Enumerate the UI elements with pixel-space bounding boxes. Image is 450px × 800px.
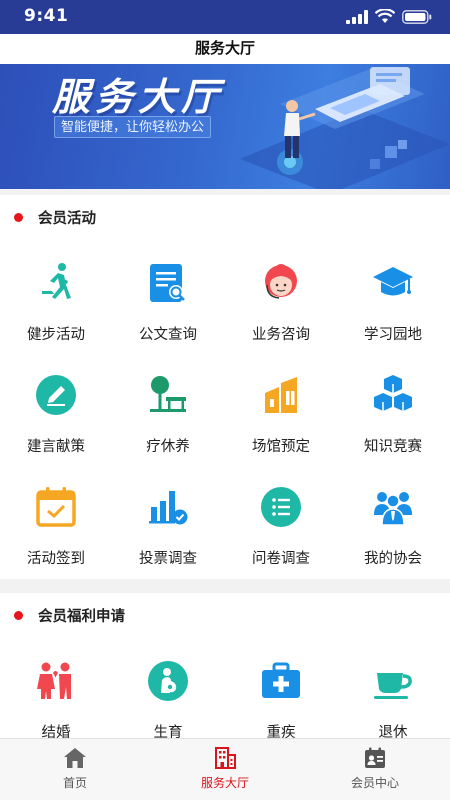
status-bar: 9:41 (0, 0, 450, 34)
tab-label: 服务大厅 (200, 776, 249, 790)
tab-label: 首页 (62, 776, 87, 790)
grid-item-label: 知识竞赛 (364, 439, 422, 455)
bar-chart-check-icon (149, 491, 188, 525)
member-benefits-section: 会员福利申请 结婚 生育 重疾 退休 (0, 593, 450, 741)
banner-title: 服务大厅 (52, 75, 225, 119)
grid-item-label: 健步活动 (27, 327, 85, 343)
tab-service-hall[interactable]: 服务大厅 (150, 739, 300, 800)
people-group-icon (374, 492, 412, 526)
member-activities-section: 会员活动 健步活动 公文查询 业务咨询 学习园地 建言献策 疗休养 场馆预定 知… (0, 195, 450, 579)
section-dot-icon (14, 213, 23, 222)
building-icon (265, 377, 297, 413)
grid-item-business-consult[interactable]: 业务咨询 (225, 241, 337, 353)
nav-bar: 服务大厅 (0, 34, 450, 64)
graduation-cap-icon (373, 267, 413, 296)
battery-icon (402, 10, 432, 24)
tab-home[interactable]: 首页 (0, 739, 150, 800)
grid-item-serious-illness[interactable]: 重疾 (225, 639, 337, 751)
checklist-icon (261, 487, 301, 527)
grid-item-walking[interactable]: 健步活动 (0, 241, 112, 353)
grid-item-my-association[interactable]: 我的协会 (337, 465, 449, 577)
tab-member-center[interactable]: 会员中心 (300, 739, 450, 800)
grid-item-marriage[interactable]: 结婚 (0, 639, 112, 751)
section-header: 会员福利申请 (0, 593, 450, 639)
cubes-icon (374, 375, 412, 411)
grid-item-label: 公文查询 (139, 327, 197, 343)
tab-bar: 首页 服务大厅 会员中心 (0, 738, 450, 800)
grid-item-checkin[interactable]: 活动签到 (0, 465, 112, 577)
grid-item-document-query[interactable]: 公文查询 (112, 241, 224, 353)
grid-item-label: 活动签到 (27, 551, 85, 567)
grid-item-retirement[interactable]: 退休 (337, 639, 449, 751)
grid-item-label: 投票调查 (139, 551, 197, 567)
grid-item-quiz[interactable]: 知识竞赛 (337, 353, 449, 465)
tree-bench-icon (150, 376, 186, 412)
section-title: 会员福利申请 (38, 609, 125, 625)
grid-item-label: 场馆预定 (252, 439, 310, 455)
tab-label: 会员中心 (350, 776, 399, 790)
grid-item-learning[interactable]: 学习园地 (337, 241, 449, 353)
running-person-icon (42, 263, 71, 299)
office-building-icon (215, 747, 236, 769)
medical-kit-icon (262, 662, 300, 698)
wifi-icon (375, 9, 395, 23)
grid-item-venue-booking[interactable]: 场馆预定 (225, 353, 337, 465)
grid-item-questionnaire[interactable]: 问卷调查 (225, 465, 337, 577)
status-icons (346, 9, 432, 24)
pregnancy-icon (148, 661, 188, 701)
page-title: 服务大厅 (194, 39, 255, 57)
section-header: 会员活动 (0, 195, 450, 241)
section-title: 会员活动 (38, 211, 96, 227)
status-time: 9:41 (24, 6, 69, 26)
section-dot-icon (14, 611, 23, 620)
grid-item-label: 疗休养 (146, 439, 190, 455)
tea-cup-icon (374, 673, 412, 699)
grid-item-label: 业务咨询 (252, 327, 310, 343)
grid-item-label: 问卷调查 (252, 551, 310, 567)
grid-item-childbirth[interactable]: 生育 (112, 639, 224, 751)
grid-item-suggestions[interactable]: 建言献策 (0, 353, 112, 465)
grid-item-recuperation[interactable]: 疗休养 (112, 353, 224, 465)
customer-service-icon (265, 264, 297, 299)
calendar-check-icon (36, 487, 76, 527)
home-icon (64, 748, 86, 768)
grid-item-vote-survey[interactable]: 投票调查 (112, 465, 224, 577)
banner-subtitle: 智能便捷，让你轻松办公 (54, 116, 212, 138)
pencil-icon (36, 375, 76, 415)
screen: 9:41 服务大厅 服务大厅 智能便捷，让你轻松办公 会员活动 健步活动 公文查… (0, 0, 450, 800)
wedding-couple-icon (37, 662, 71, 699)
document-search-icon (150, 264, 185, 302)
banner-illustration (240, 67, 450, 189)
signal-icon (346, 10, 368, 24)
grid-item-label: 建言献策 (27, 439, 85, 455)
grid-item-label: 我的协会 (364, 551, 422, 567)
banner[interactable]: 服务大厅 智能便捷，让你轻松办公 (0, 64, 450, 189)
member-card-icon (365, 747, 385, 768)
grid-item-label: 学习园地 (364, 327, 422, 343)
